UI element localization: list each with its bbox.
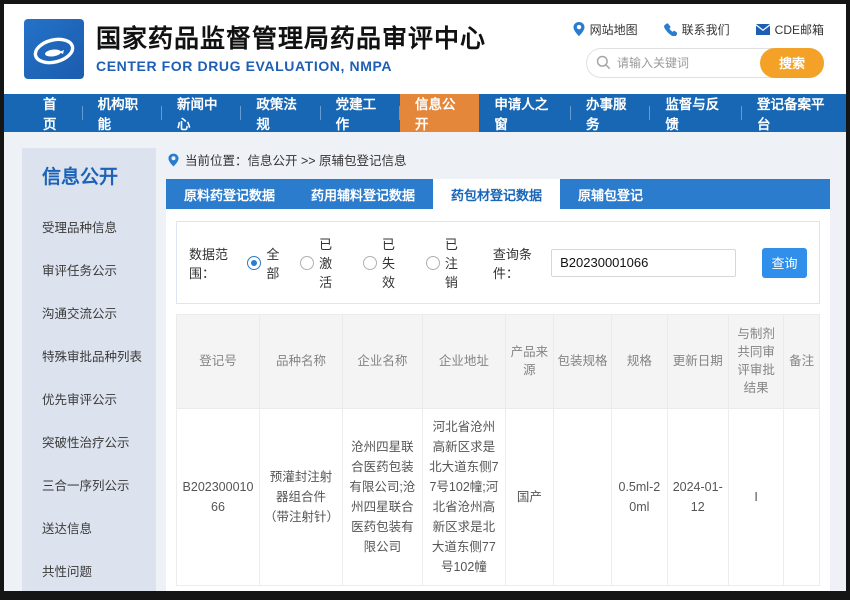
main-content: 当前位置：信息公开 >> 原辅包登记信息 原料药登记数据 药用辅料登记数据 药包… (166, 148, 830, 591)
sidebar-item-special-approval[interactable]: 特殊审批品种列表 (42, 334, 156, 377)
data-panel: 原料药登记数据 药用辅料登记数据 药包材登记数据 原辅包登记 数据范围： 全部 … (166, 179, 830, 591)
cell-company-name: 沧州四星联合医药包装有限公司;沧州四星联合医药包装有限公司 (342, 408, 422, 585)
site-title-block: 国家药品监督管理局药品审评中心 CENTER FOR DRUG EVALUATI… (96, 24, 486, 74)
nav-item-services[interactable]: 办事服务 (571, 94, 650, 132)
mailbox-link[interactable]: CDE邮箱 (756, 21, 824, 38)
nav-item-home[interactable]: 首页 (28, 94, 83, 132)
cell-spec: 0.5ml-20ml (612, 408, 667, 585)
sidebar-item-review-tasks[interactable]: 审评任务公示 (42, 248, 156, 291)
results-table: 登记号 品种名称 企业名称 企业地址 产品来源 包装规格 规格 更新日期 与制剂… (176, 314, 820, 586)
sidebar-item-communication[interactable]: 沟通交流公示 (42, 291, 156, 334)
search-button[interactable]: 搜索 (760, 48, 824, 78)
envelope-icon (756, 24, 770, 35)
sidebar: 信息公开 受理品种信息 审评任务公示 沟通交流公示 特殊审批品种列表 优先审评公… (22, 148, 156, 591)
results-table-wrap: 登记号 品种名称 企业名称 企业地址 产品来源 包装规格 规格 更新日期 与制剂… (176, 314, 820, 586)
col-joint-review-result: 与制剂共同审评审批结果 (728, 315, 783, 409)
radio-icon (363, 256, 377, 270)
location-pin-icon (573, 22, 585, 36)
tabbar: 原料药登记数据 药用辅料登记数据 药包材登记数据 原辅包登记 (166, 179, 830, 209)
nav-item-applicant-window[interactable]: 申请人之窗 (479, 94, 571, 132)
radio-all-label: 全部 (266, 244, 282, 282)
cell-remarks (784, 408, 820, 585)
sitemap-label: 网站地图 (590, 21, 638, 38)
col-remarks: 备注 (784, 315, 820, 409)
sidebar-item-delivery-info[interactable]: 送达信息 (42, 506, 156, 549)
header-right: 网站地图 联系我们 CDE邮箱 搜索 (573, 21, 824, 78)
nav-item-functions[interactable]: 机构职能 (83, 94, 162, 132)
cell-company-address: 河北省沧州高新区求是北大道东侧77号102幢;河北省沧州高新区求是北大道东侧77… (422, 408, 505, 585)
cde-logo-icon (24, 19, 84, 79)
query-button[interactable]: 查询 (762, 248, 807, 278)
cell-packaging-spec (553, 408, 611, 585)
col-company-address: 企业地址 (422, 315, 505, 409)
table-row: B20230001066 预灌封注射器组合件（带注射针） 沧州四星联合医药包装有… (177, 408, 820, 585)
sidebar-item-three-in-one[interactable]: 三合一序列公示 (42, 463, 156, 506)
mailbox-label: CDE邮箱 (775, 21, 824, 38)
main-nav: 首页 机构职能 新闻中心 政策法规 党建工作 信息公开 申请人之窗 办事服务 监… (4, 94, 846, 132)
site-search: 搜索 (586, 48, 824, 78)
tab-excipients-data[interactable]: 药用辅料登记数据 (293, 179, 433, 209)
query-input[interactable] (551, 249, 736, 277)
tab-api-data[interactable]: 原料药登记数据 (166, 179, 293, 209)
cell-joint-review-result: I (728, 408, 783, 585)
col-company-name: 企业名称 (342, 315, 422, 409)
col-packaging-spec: 包装规格 (553, 315, 611, 409)
phone-icon (664, 23, 677, 36)
radio-cancelled-label: 已注销 (445, 234, 471, 291)
nav-item-news[interactable]: 新闻中心 (162, 94, 241, 132)
site-header: 国家药品监督管理局药品审评中心 CENTER FOR DRUG EVALUATI… (4, 4, 846, 94)
col-update-date: 更新日期 (667, 315, 728, 409)
quick-links: 网站地图 联系我们 CDE邮箱 (573, 21, 824, 38)
sidebar-item-accepted-varieties[interactable]: 受理品种信息 (42, 205, 156, 248)
page-body: 信息公开 受理品种信息 审评任务公示 沟通交流公示 特殊审批品种列表 优先审评公… (4, 132, 846, 591)
nav-item-registration-platform[interactable]: 登记备案平台 (742, 94, 846, 132)
radio-all[interactable]: 全部 (247, 244, 282, 282)
contact-label: 联系我们 (682, 21, 730, 38)
radio-icon (247, 256, 261, 270)
filterbar: 数据范围： 全部 已激活 已失效 已注销 (176, 221, 820, 304)
col-variety-name: 品种名称 (259, 315, 342, 409)
site-brand[interactable]: 国家药品监督管理局药品审评中心 CENTER FOR DRUG EVALUATI… (24, 19, 486, 79)
radio-expired-label: 已失效 (382, 234, 408, 291)
table-header-row: 登记号 品种名称 企业名称 企业地址 产品来源 包装规格 规格 更新日期 与制剂… (177, 315, 820, 409)
radio-expired[interactable]: 已失效 (363, 234, 408, 291)
query-label: 查询条件： (493, 244, 543, 282)
sitemap-link[interactable]: 网站地图 (573, 21, 638, 38)
contact-link[interactable]: 联系我们 (664, 21, 730, 38)
sidebar-item-common-issues[interactable]: 共性问题 (42, 549, 156, 591)
nav-item-party[interactable]: 党建工作 (321, 94, 400, 132)
cell-variety-name: 预灌封注射器组合件（带注射针） (259, 408, 342, 585)
location-pin-icon (168, 153, 179, 167)
sidebar-item-breakthrough-therapy[interactable]: 突破性治疗公示 (42, 420, 156, 463)
radio-cancelled[interactable]: 已注销 (426, 234, 471, 291)
radio-icon (300, 256, 314, 270)
scope-label: 数据范围： (189, 244, 239, 282)
nav-item-info-disclosure[interactable]: 信息公开 (400, 94, 479, 132)
col-spec: 规格 (612, 315, 667, 409)
breadcrumb-text: 当前位置：信息公开 >> 原辅包登记信息 (185, 150, 407, 169)
site-title: 国家药品监督管理局药品审评中心 (96, 24, 486, 55)
tab-packaging-data[interactable]: 药包材登记数据 (433, 179, 560, 209)
cell-product-source: 国产 (505, 408, 553, 585)
cell-registration-no: B20230001066 (177, 408, 260, 585)
sidebar-title: 信息公开 (42, 162, 156, 189)
search-icon (596, 55, 611, 75)
tab-raw-aux-pack[interactable]: 原辅包登记 (560, 179, 661, 209)
radio-activated-label: 已激活 (319, 234, 345, 291)
site-subtitle: CENTER FOR DRUG EVALUATION, NMPA (96, 58, 486, 74)
nav-item-policy[interactable]: 政策法规 (241, 94, 320, 132)
col-registration-no: 登记号 (177, 315, 260, 409)
col-product-source: 产品来源 (505, 315, 553, 409)
radio-activated[interactable]: 已激活 (300, 234, 345, 291)
nav-item-supervision[interactable]: 监督与反馈 (650, 94, 742, 132)
sidebar-item-priority-review[interactable]: 优先审评公示 (42, 377, 156, 420)
browser-page: 国家药品监督管理局药品审评中心 CENTER FOR DRUG EVALUATI… (0, 0, 850, 600)
radio-icon (426, 256, 440, 270)
breadcrumb: 当前位置：信息公开 >> 原辅包登记信息 (166, 148, 830, 179)
cell-update-date: 2024-01-12 (667, 408, 728, 585)
